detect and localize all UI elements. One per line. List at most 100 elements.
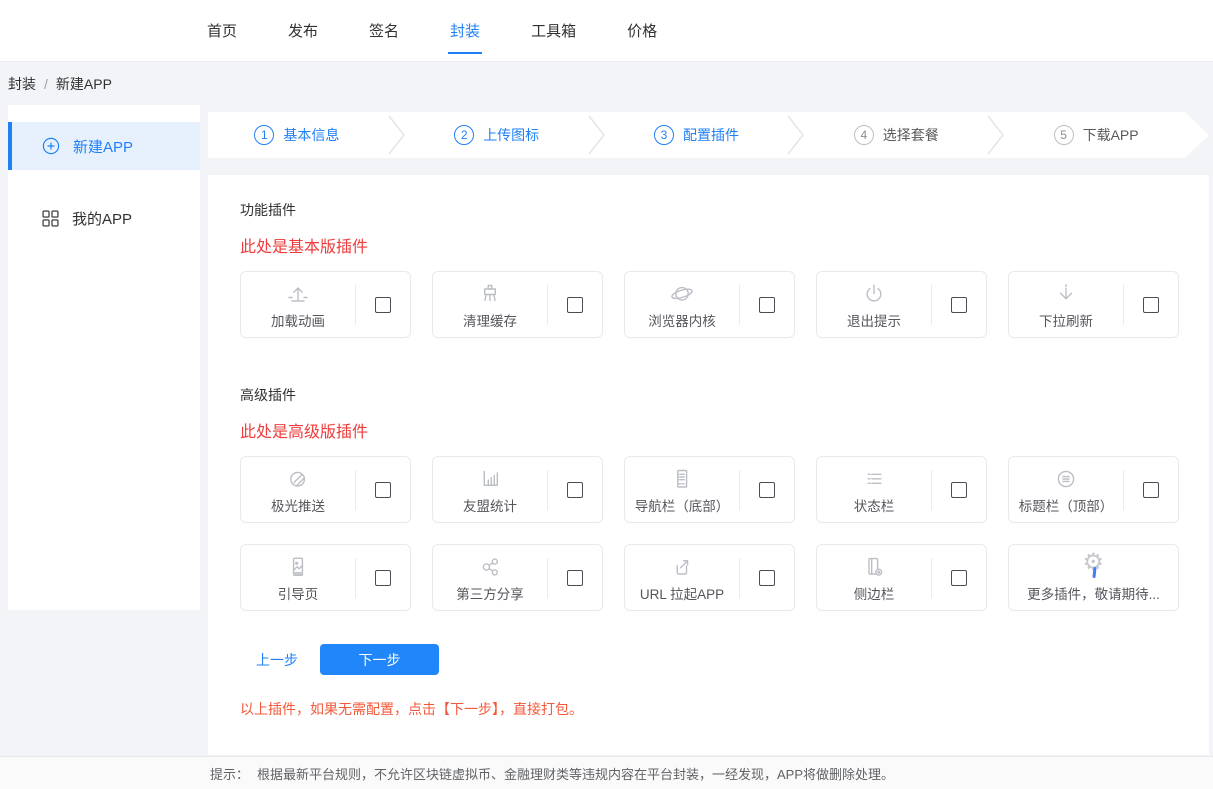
plugin-checkbox-jpush[interactable] (375, 482, 391, 498)
plugin-card-sidebar-panel[interactable]: 侧边栏 (816, 544, 987, 611)
plugin-label: URL 拉起APP (640, 583, 724, 603)
plugin-checkbox-title-bar-top[interactable] (1143, 482, 1159, 498)
footer: 提示： 根据最新平台规则，不允许区块链虚拟币、金融理财类等违规内容在平台封装，一… (0, 756, 1213, 789)
nav-item-price[interactable]: 价格 (625, 14, 659, 47)
step-5: 5 下载APP (1007, 112, 1185, 158)
plugin-card-body: URL 拉起APP (625, 552, 739, 603)
plugin-card-umeng-stats[interactable]: 友盟统计 (432, 456, 603, 523)
plugin-checkbox-navbar-bottom[interactable] (759, 482, 775, 498)
chevron-right-icon (985, 112, 1007, 158)
section-title-basic: 功能插件 (240, 200, 1209, 220)
step-number: 3 (654, 125, 674, 145)
step-label: 下载APP (1083, 125, 1139, 145)
status-bar-icon (860, 464, 888, 494)
plugin-card-body: 浏览器内核 (625, 279, 739, 330)
plugin-checkbox-sidebar-panel[interactable] (951, 570, 967, 586)
plugin-card-title-bar-top[interactable]: 标题栏（顶部） (1008, 456, 1179, 523)
step-4: 4 选择套餐 (807, 112, 985, 158)
step-label: 选择套餐 (883, 125, 939, 145)
step-3[interactable]: 3配置插件 (608, 112, 786, 158)
plugin-card-body: 侧边栏 (817, 552, 931, 603)
step-number: 1 (254, 125, 274, 145)
plugin-checkbox-umeng-stats[interactable] (567, 482, 583, 498)
more-plugins-icon: ⚙ (1080, 552, 1108, 582)
navbar-bottom-icon (668, 464, 696, 494)
plugin-card-jpush[interactable]: 极光推送 (240, 456, 411, 523)
plugin-card-url-launch[interactable]: URL 拉起APP (624, 544, 795, 611)
step-wizard: 1 基本信息 2上传图标 3配置插件 4 选择套餐 5 下载APP (208, 112, 1209, 158)
plugin-card-guide-page[interactable]: 引导页 (240, 544, 411, 611)
chevron-right-icon (386, 112, 408, 158)
wizard-actions: 上一步 下一步 (240, 644, 1209, 675)
top-nav: 首页 发布 签名 封装 工具箱 价格 (0, 0, 1213, 62)
plugin-card-checkbox-zone (548, 570, 602, 586)
plugin-card-body: 标题栏（顶部） (1009, 464, 1123, 515)
chevron-right-icon (785, 112, 807, 158)
plugin-checkbox-url-launch[interactable] (759, 570, 775, 586)
step-2[interactable]: 2上传图标 (408, 112, 586, 158)
plugin-card-exit-prompt[interactable]: 退出提示 (816, 271, 987, 338)
nav-item-package[interactable]: 封装 (448, 14, 482, 47)
grid-icon (42, 210, 59, 227)
plugin-card-body: ⚙更多插件，敬请期待... (1009, 552, 1178, 603)
plugin-checkbox-guide-page[interactable] (375, 570, 391, 586)
nav-item-toolbox[interactable]: 工具箱 (529, 14, 578, 47)
plugin-checkbox-exit-prompt[interactable] (951, 297, 967, 313)
plugin-card-checkbox-zone (1124, 482, 1178, 498)
nav-item-home[interactable]: 首页 (205, 14, 239, 47)
step-label: 基本信息 (283, 125, 339, 145)
step-number: 5 (1054, 125, 1074, 145)
sidebar-item-label: 新建APP (73, 136, 133, 157)
plugin-card-checkbox-zone (740, 482, 794, 498)
plugin-card-browser-kernel[interactable]: 浏览器内核 (624, 271, 795, 338)
nav-item-sign[interactable]: 签名 (367, 14, 401, 47)
nav-item-publish[interactable]: 发布 (286, 14, 320, 47)
step-number: 2 (454, 125, 474, 145)
plugin-checkbox-third-party-share[interactable] (567, 570, 583, 586)
plugin-card-body: 极光推送 (241, 464, 355, 515)
section-note-advanced: 此处是高级版插件 (240, 418, 1209, 442)
plugin-card-third-party-share[interactable]: 第三方分享 (432, 544, 603, 611)
title-bar-top-icon (1052, 464, 1080, 494)
sidebar-item-new-app[interactable]: 新建APP (8, 122, 200, 170)
plugin-card-more-plugins[interactable]: ⚙更多插件，敬请期待... (1008, 544, 1179, 611)
plugin-card-checkbox-zone (740, 570, 794, 586)
plugin-card-status-bar[interactable]: 状态栏 (816, 456, 987, 523)
plugin-card-clean-cache[interactable]: 清理缓存 (432, 271, 603, 338)
plugin-label: 状态栏 (854, 495, 895, 515)
plugin-label: 更多插件，敬请期待... (1027, 583, 1160, 603)
plugin-label: 导航栏（底部） (635, 495, 730, 515)
packing-note: 以上插件，如果无需配置，点击【下一步】，直接打包。 (240, 699, 1209, 719)
plugin-card-body: 退出提示 (817, 279, 931, 330)
plugin-checkbox-pull-refresh[interactable] (1143, 297, 1159, 313)
next-step-button[interactable]: 下一步 (320, 644, 439, 675)
plugin-card-body: 清理缓存 (433, 279, 547, 330)
plugin-checkbox-clean-cache[interactable] (567, 297, 583, 313)
content-panel: 功能插件 此处是基本版插件 加载动画清理缓存浏览器内核退出提示下拉刷新 高级插件… (208, 175, 1209, 755)
plugin-card-loading-animation[interactable]: 加载动画 (240, 271, 411, 338)
url-launch-icon (668, 552, 696, 582)
step-arrow-tip (1185, 112, 1209, 158)
plugin-card-navbar-bottom[interactable]: 导航栏（底部） (624, 456, 795, 523)
plugin-label: 浏览器内核 (648, 310, 716, 330)
step-1[interactable]: 1 基本信息 (208, 112, 386, 158)
section-title-advanced: 高级插件 (240, 385, 1209, 405)
sidebar-item-my-app[interactable]: 我的APP (8, 194, 200, 242)
plugin-card-checkbox-zone (356, 297, 410, 313)
step-number: 4 (854, 125, 874, 145)
sidebar-panel-icon (860, 552, 888, 582)
breadcrumb-section[interactable]: 封装 (8, 74, 36, 94)
plugin-card-checkbox-zone (548, 482, 602, 498)
chevron-right-icon (586, 112, 608, 158)
main-column: 1基本信息2上传图标3配置插件4选择套餐5下载APP 功能插件 此处是基本版插件… (208, 105, 1209, 755)
plugin-checkbox-status-bar[interactable] (951, 482, 967, 498)
plugin-card-pull-refresh[interactable]: 下拉刷新 (1008, 271, 1179, 338)
plugin-checkbox-browser-kernel[interactable] (759, 297, 775, 313)
prev-step-button[interactable]: 上一步 (256, 650, 298, 670)
umeng-stats-icon (476, 464, 504, 494)
plugin-grid-basic: 加载动画清理缓存浏览器内核 退出提示 下拉刷新 (240, 271, 1209, 338)
plugin-label: 标题栏（顶部） (1019, 495, 1114, 515)
browser-kernel-icon (668, 279, 696, 309)
plugin-checkbox-loading-animation[interactable] (375, 297, 391, 313)
clean-cache-icon (476, 279, 504, 309)
